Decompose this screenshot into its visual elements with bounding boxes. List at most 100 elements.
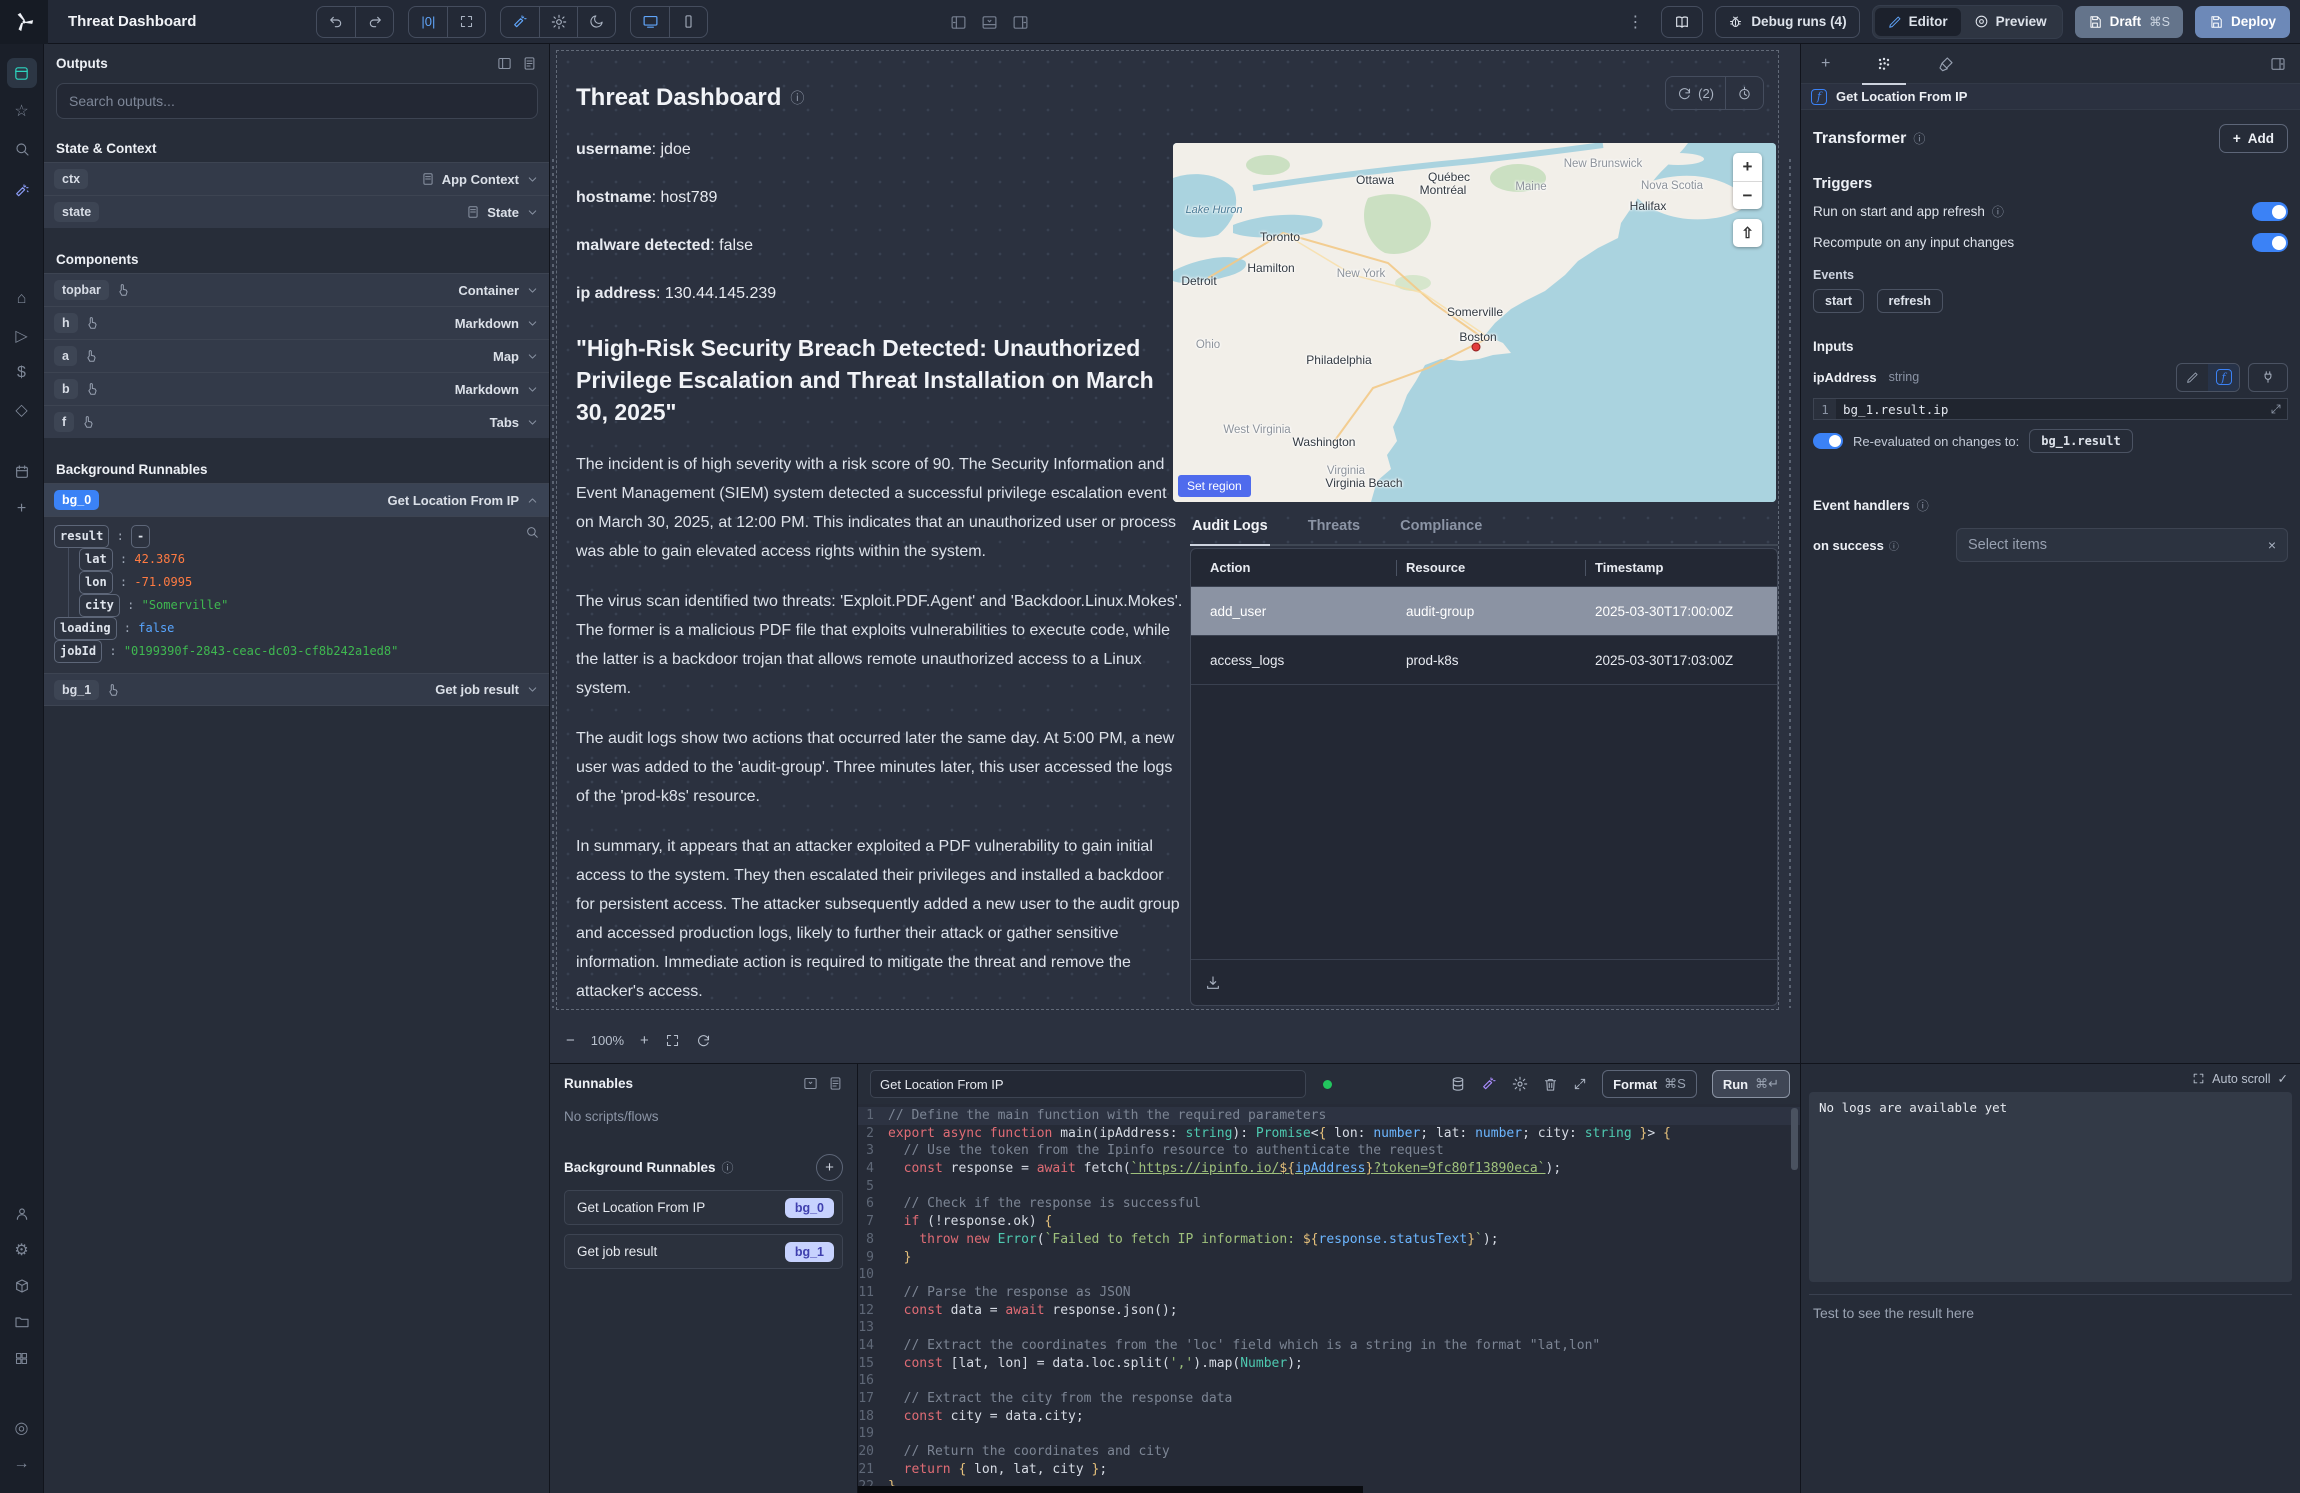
collapse-bottom-panel-icon[interactable]	[803, 1076, 818, 1091]
outputs-doc-icon[interactable]	[522, 56, 537, 71]
code-line[interactable]: 2export async function main(ipAddress: s…	[858, 1125, 1800, 1143]
component-row-h[interactable]: h Markdown	[44, 306, 549, 339]
code-line[interactable]: 8 throw new Error(`Failed to fetch IP in…	[858, 1231, 1800, 1249]
output-row-ctx[interactable]: ctx App Context	[44, 162, 549, 195]
code-line[interactable]: 21 return { lon, lat, city };	[858, 1461, 1800, 1479]
run-button[interactable]: Run⌘↵	[1712, 1070, 1790, 1098]
tab-compliance[interactable]: Compliance	[1398, 510, 1484, 544]
ai-wand-icon[interactable]	[7, 176, 37, 206]
editor-tab[interactable]: Editor	[1875, 8, 1961, 36]
light-mode-icon[interactable]	[539, 7, 577, 37]
runnable-name-input[interactable]	[870, 1070, 1306, 1098]
code-line[interactable]: 15 const [lat, lon] = data.loc.split(','…	[858, 1355, 1800, 1373]
canvas-width-toggle[interactable]: |0|	[409, 7, 447, 37]
run-on-start-toggle[interactable]	[2252, 202, 2288, 221]
script-settings-icon[interactable]	[1512, 1076, 1528, 1092]
auto-theme-icon[interactable]	[501, 7, 539, 37]
editor-scrollbar[interactable]	[1791, 1108, 1798, 1170]
favorites-icon[interactable]: ☆	[7, 96, 37, 126]
home-icon[interactable]: ⌂	[7, 284, 37, 314]
app-canvas[interactable]: Threat Dashboardⓘ (2) username: jdoe hos…	[550, 44, 1800, 1063]
reset-view-button[interactable]	[696, 1033, 711, 1048]
code-line[interactable]: 14 // Extract the coordinates from the '…	[858, 1337, 1800, 1355]
component-row-topbar[interactable]: topbar Container	[44, 273, 549, 306]
clear-select-icon[interactable]: ×	[2268, 537, 2276, 553]
component-row-b[interactable]: b Markdown	[44, 372, 549, 405]
reeval-toggle[interactable]	[1813, 433, 1843, 449]
map-zoom-in-button[interactable]: +	[1733, 153, 1762, 181]
map-zoom-out-button[interactable]: −	[1733, 181, 1762, 209]
fit-view-button[interactable]	[665, 1033, 680, 1048]
styling-tab[interactable]	[1932, 44, 1960, 84]
selected-runnable-header[interactable]: f Get Location From IP	[1801, 84, 2300, 110]
deploy-button[interactable]: Deploy	[2195, 6, 2290, 38]
static-mode-icon[interactable]	[2177, 364, 2208, 391]
preview-tab[interactable]: Preview	[1961, 8, 2060, 36]
zoom-out-button[interactable]: −	[566, 1032, 575, 1049]
code-line[interactable]: 13	[858, 1319, 1800, 1337]
on-success-select[interactable]: Select items ×	[1956, 528, 2288, 562]
format-button[interactable]: Format⌘S	[1602, 1070, 1697, 1098]
info-icon[interactable]: ⓘ	[1917, 497, 1929, 514]
app-editor-icon[interactable]	[7, 58, 37, 88]
undo-button[interactable]	[317, 7, 355, 37]
zoom-in-button[interactable]: +	[640, 1032, 649, 1049]
runnables-doc-icon[interactable]	[828, 1076, 843, 1091]
debug-runs-button[interactable]: Debug runs (4)	[1715, 6, 1859, 38]
code-line[interactable]: 5	[858, 1178, 1800, 1196]
folder-icon[interactable]	[7, 1307, 37, 1337]
toggle-bottom-panel-icon[interactable]	[981, 14, 998, 31]
event-chip-refresh[interactable]: refresh	[1877, 289, 1943, 313]
docs-button[interactable]	[1661, 6, 1703, 38]
connect-input-icon[interactable]	[2248, 363, 2288, 392]
info-icon[interactable]: ⓘ	[1913, 130, 1925, 147]
collapse-outputs-icon[interactable]	[497, 56, 512, 71]
code-line[interactable]: 6 // Check if the response is successful	[858, 1195, 1800, 1213]
table-row[interactable]: access_logs prod-k8s 2025-03-30T17:03:00…	[1191, 636, 1777, 685]
runs-icon[interactable]: ▷	[7, 321, 37, 351]
add-icon[interactable]: +	[7, 494, 37, 524]
redo-button[interactable]	[355, 7, 393, 37]
component-row-f[interactable]: f Tabs	[44, 405, 549, 438]
tab-threats[interactable]: Threats	[1306, 510, 1362, 544]
dark-mode-icon[interactable]	[577, 7, 615, 37]
code-line[interactable]: 1// Define the main function with the re…	[858, 1107, 1800, 1125]
toggle-right-panel-icon[interactable]	[1012, 14, 1029, 31]
code-line[interactable]: 3 // Use the token from the Ipinfo resou…	[858, 1142, 1800, 1160]
info-icon[interactable]: ⓘ	[722, 1159, 734, 1176]
search-icon[interactable]	[7, 134, 37, 164]
delete-icon[interactable]	[1543, 1077, 1558, 1092]
collapse-inspector-icon[interactable]	[2270, 56, 2286, 72]
recompute-toggle[interactable]	[2252, 233, 2288, 252]
background-runnable-row-bg1[interactable]: bg_1 Get job result	[44, 673, 549, 706]
code-line[interactable]: 9 }	[858, 1249, 1800, 1267]
result-loading[interactable]: loading : false	[54, 617, 539, 640]
right-resize-handle[interactable]	[1789, 159, 1791, 1008]
refresh-app-button[interactable]: (2)	[1666, 77, 1725, 109]
code-line[interactable]: 12 const data = await response.json();	[858, 1302, 1800, 1320]
output-row-state[interactable]: state State	[44, 195, 549, 228]
map-locate-button[interactable]: ⇧	[1733, 219, 1762, 247]
help-icon[interactable]: ◎	[7, 1413, 37, 1443]
map-component-a[interactable]: QuébecNew BrunswickNova ScotiaHalifaxMai…	[1173, 143, 1776, 502]
expand-editor-icon[interactable]	[1573, 1077, 1587, 1091]
collapse-rail-icon[interactable]: →	[7, 1449, 37, 1479]
set-region-button[interactable]: Set region	[1178, 475, 1251, 497]
draft-button[interactable]: Draft⌘S	[2075, 6, 2183, 38]
event-chip-start[interactable]: start	[1813, 289, 1864, 313]
insert-component-tab[interactable]: +	[1815, 44, 1836, 84]
markdown-component-h[interactable]: username: jdoe hostname: host789 malware…	[576, 140, 1176, 332]
result-node[interactable]: result : -	[54, 525, 539, 548]
result-jobid[interactable]: jobId : "0199390f-2843-ceac-dc03-cf8b242…	[54, 640, 539, 663]
code-line[interactable]: 4 const response = await fetch(`https://…	[858, 1160, 1800, 1178]
add-transformer-button[interactable]: + Add	[2219, 124, 2288, 153]
add-background-runnable-button[interactable]: +	[816, 1154, 843, 1181]
ai-assist-icon[interactable]	[1481, 1076, 1497, 1092]
ipaddress-expression-input[interactable]: 1 bg_1.result.ip	[1813, 398, 2288, 420]
tab-audit-logs[interactable]: Audit Logs	[1190, 510, 1270, 544]
refresh-history-button[interactable]	[1725, 77, 1763, 109]
auto-scroll-checkbox[interactable]: ✓	[2278, 1071, 2288, 1086]
search-outputs-input[interactable]	[56, 83, 538, 119]
component-row-a[interactable]: a Map	[44, 339, 549, 372]
settings-gear-icon[interactable]: ⚙	[7, 1235, 37, 1265]
